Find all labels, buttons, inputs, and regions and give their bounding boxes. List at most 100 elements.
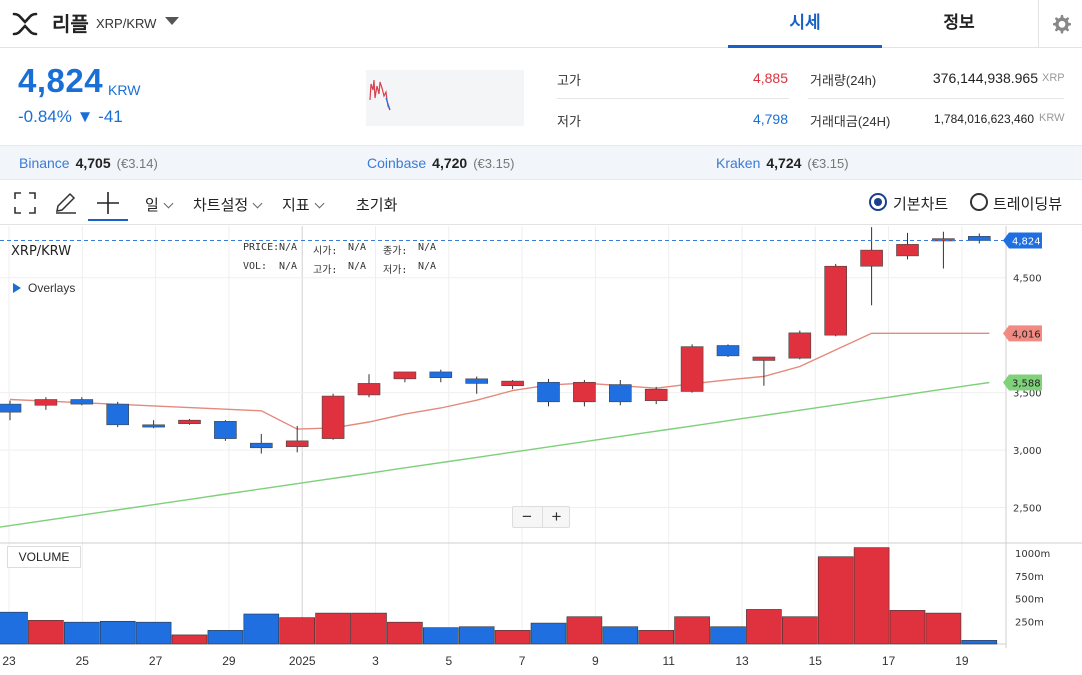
volume-bar (566, 616, 603, 645)
candle-body (824, 265, 848, 336)
price-change: -0.84% ▼ -41 (18, 107, 123, 127)
exchange-coinbase[interactable]: Coinbase 4,720 (€3.15) (367, 155, 514, 171)
high-value: 4,885 (752, 70, 788, 86)
legend-vol-value: N/A (279, 261, 298, 272)
x-tick-label: 11 (662, 654, 675, 668)
volume-bar (961, 640, 998, 645)
x-tick-label: 17 (882, 654, 896, 668)
legend-low-label: 저가: (383, 265, 408, 276)
candle-body (465, 378, 489, 384)
candle-body (716, 345, 740, 357)
exchange-name: Binance (19, 155, 70, 171)
volume-bar (638, 630, 675, 645)
volume-bar (351, 612, 387, 645)
chevron-down-icon (314, 198, 325, 209)
low-label: 저가 (557, 114, 581, 129)
volume-tick-label: 1000m (1015, 549, 1050, 560)
volume-unit: XRP (1042, 72, 1065, 84)
legend-close-value: N/A (418, 242, 437, 253)
x-tick-label: 13 (735, 654, 749, 668)
exchange-eur: (€3.15) (807, 156, 849, 171)
high-label: 고가 (557, 73, 581, 88)
exchange-binance[interactable]: Binance 4,705 (€3.14) (19, 155, 158, 171)
current-price: 4,824 (18, 62, 104, 99)
volume-bar (710, 626, 746, 645)
zoom-in-button[interactable]: + (542, 507, 570, 527)
chart-settings-label: 차트설정 (193, 197, 249, 214)
ma-long-tag-text: 3,588 (1012, 379, 1041, 390)
x-tick-label: 15 (809, 654, 823, 668)
divider (557, 98, 789, 99)
volume-bar (422, 627, 459, 645)
volume-bar (315, 612, 351, 645)
candle-body (142, 424, 165, 428)
volume-bar (781, 616, 818, 645)
volume-bar (279, 617, 316, 645)
volume-bar (817, 556, 854, 645)
chevron-down-icon (252, 198, 263, 209)
indicators-label: 지표 (282, 197, 310, 214)
overlays-toggle[interactable]: Overlays (13, 281, 75, 295)
candle-body (34, 399, 58, 406)
price-chart[interactable]: 23 25 27 29 2025 3 5 7 9 11 13 15 17 19 4,500 3,500 3,00… (0, 226, 1082, 675)
legend-vol-label: VOL: (243, 261, 268, 272)
coin-select-caret-icon[interactable] (165, 17, 179, 25)
candle-body (860, 249, 883, 267)
period-label: 일 (145, 197, 159, 214)
header-bar: 리플 XRP/KRW 시세 정보 (0, 0, 1082, 48)
legend-price-value: N/A (279, 242, 298, 253)
chart-settings-menu[interactable]: 차트설정 (193, 194, 263, 215)
gear-icon (1053, 15, 1071, 34)
volume-tick-label: 250m (1015, 617, 1044, 628)
play-triangle-icon (13, 283, 21, 293)
settings-button[interactable] (1038, 0, 1082, 48)
volume-value: 376,144,938.965 (932, 70, 1038, 86)
volume-tick-label: 500m (1015, 595, 1044, 606)
tradingview-label[interactable]: 트레이딩뷰 (993, 193, 1062, 214)
ma-short-tag-text: 4,016 (1012, 329, 1041, 340)
crosshair-icon (97, 192, 119, 214)
period-select[interactable]: 일 (145, 194, 174, 215)
exchange-price-bar: Binance 4,705 (€3.14) Coinbase 4,720 (€3.15)… (0, 145, 1082, 180)
basic-chart-radio[interactable] (869, 193, 887, 211)
change-percent: -0.84% (18, 107, 72, 126)
change-amount: ▼ -41 (76, 107, 123, 126)
volume-bar (171, 634, 208, 645)
volume-bar (458, 626, 495, 645)
y-tick-label: 4,500 (1013, 274, 1042, 285)
tradingview-radio[interactable] (970, 193, 988, 211)
pencil-icon[interactable] (52, 189, 80, 217)
tab-info[interactable]: 정보 (882, 0, 1036, 48)
reset-button[interactable]: 초기화 (356, 194, 397, 215)
exchange-price: 4,724 (766, 155, 802, 171)
last-price-tag-text: 4,824 (1012, 236, 1041, 247)
chart-pair-label: XRP/KRW (11, 244, 72, 259)
candle-body (644, 388, 668, 401)
tab-market[interactable]: 시세 (728, 0, 882, 48)
x-tick-label: 2025 (289, 654, 316, 668)
candle-body (429, 371, 453, 378)
exchange-kraken[interactable]: Kraken 4,724 (€3.15) (716, 155, 849, 171)
candle-body (752, 356, 776, 361)
candle-body (250, 442, 273, 449)
volume-label: 거래량(24h) (810, 73, 877, 88)
x-tick-label: 25 (76, 654, 90, 668)
crosshair-button[interactable] (88, 187, 128, 221)
legend-price-label: PRICE: (243, 242, 280, 253)
indicators-menu[interactable]: 지표 (282, 194, 325, 215)
exchange-eur: (€3.15) (473, 156, 515, 171)
x-tick-label: 9 (592, 654, 599, 668)
volume-bar (243, 613, 280, 645)
volume-bar (207, 630, 244, 645)
exchange-name: Kraken (716, 155, 761, 171)
volume-bar (28, 620, 64, 645)
zoom-out-button[interactable]: − (513, 507, 541, 527)
volume-bar (99, 620, 136, 645)
volume-bar (889, 610, 926, 645)
candle-body (967, 236, 991, 241)
basic-chart-label[interactable]: 기본차트 (893, 193, 948, 214)
candle-body (214, 421, 237, 439)
fullscreen-icon[interactable] (11, 189, 39, 217)
sparkline-chart (366, 70, 524, 126)
candle-body (932, 238, 955, 242)
